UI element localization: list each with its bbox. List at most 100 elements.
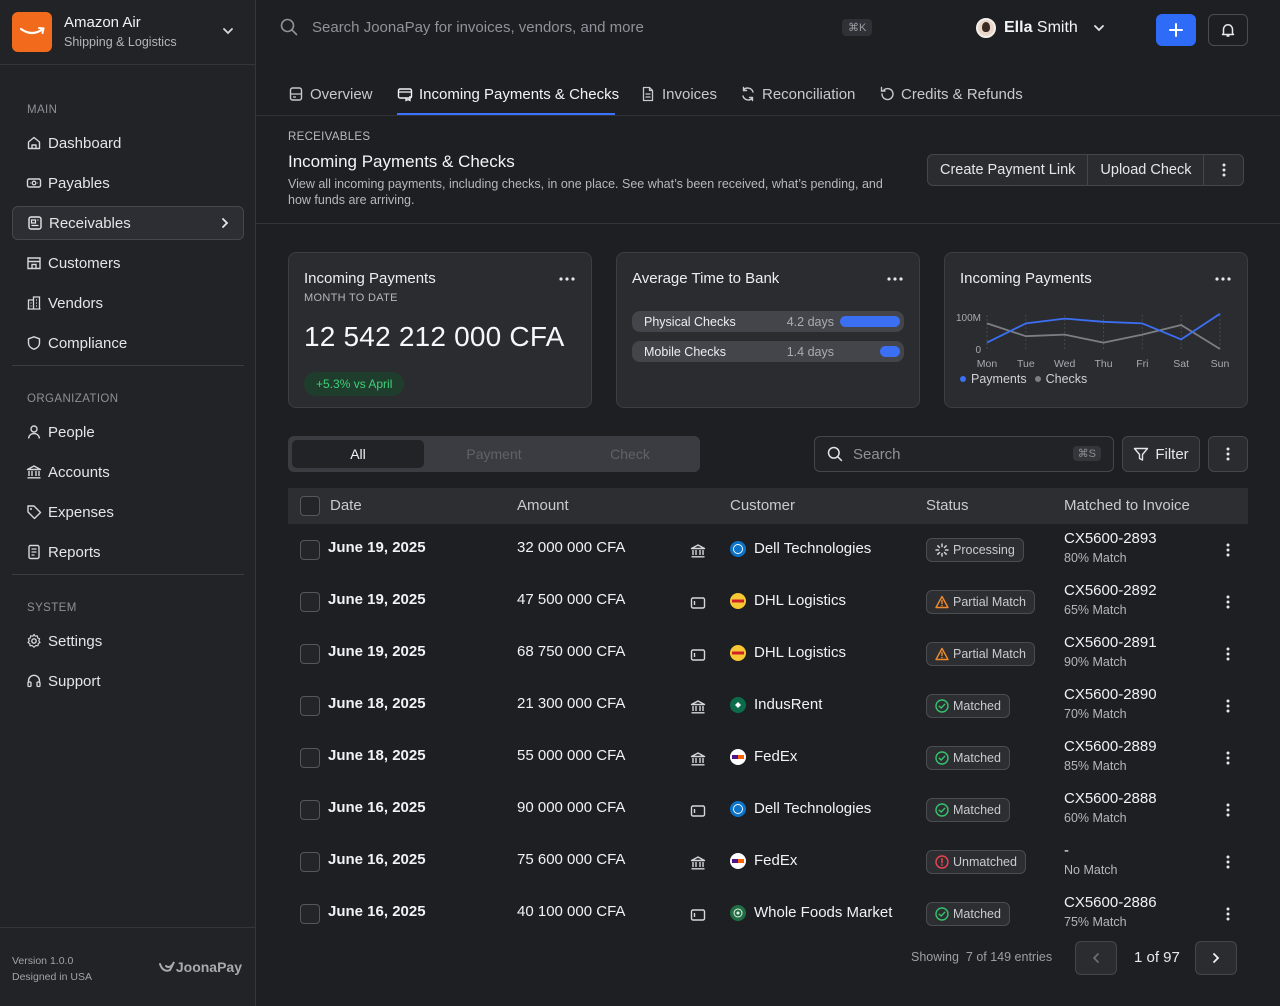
row-customer[interactable]: DHL Logistics <box>730 644 846 661</box>
upload-check-button[interactable]: Upload Check <box>1088 155 1205 185</box>
header-more-button[interactable] <box>1204 155 1243 185</box>
row-customer[interactable]: Dell Technologies <box>730 800 871 817</box>
row-checkbox[interactable] <box>300 540 320 560</box>
sidebar-item-compliance[interactable]: Compliance <box>12 326 244 360</box>
sidebar-item-settings[interactable]: Settings <box>12 624 244 658</box>
sidebar-item-people[interactable]: People <box>12 415 244 449</box>
org-switcher[interactable]: Amazon Air Shipping & Logistics <box>0 0 255 65</box>
more-horizontal-icon[interactable] <box>559 277 575 281</box>
row-checkbox[interactable] <box>300 592 320 612</box>
segment-all[interactable]: All <box>292 440 424 468</box>
joonapay-mark-icon <box>158 961 175 972</box>
matched-invoice[interactable]: CX5600-2890 70% Match <box>1064 685 1157 723</box>
row-checkbox[interactable] <box>300 696 320 716</box>
joonapay-logo: JoonaPay <box>158 959 242 975</box>
next-page-button[interactable] <box>1195 941 1237 975</box>
row-checkbox[interactable] <box>300 852 320 872</box>
user-menu[interactable]: Ella Smith <box>976 18 1106 38</box>
matched-invoice[interactable]: CX5600-2891 90% Match <box>1064 633 1157 671</box>
table-row[interactable]: June 18, 2025 21 300 000 CFA IndusRent M… <box>288 680 1248 732</box>
table-row[interactable]: June 19, 2025 47 500 000 CFA DHL Logisti… <box>288 576 1248 628</box>
row-more-button[interactable] <box>1226 699 1230 713</box>
table-row[interactable]: June 16, 2025 40 100 000 CFA Whole Foods… <box>288 888 1248 940</box>
column-date[interactable]: Date <box>330 497 362 514</box>
table-row[interactable]: June 18, 2025 55 000 000 CFA FedEx Match… <box>288 732 1248 784</box>
showing-label: Showing <box>911 950 959 964</box>
row-customer[interactable]: Whole Foods Market <box>730 904 892 921</box>
sidebar-item-reports[interactable]: Reports <box>12 535 244 569</box>
legend-checks: Checks <box>1045 372 1088 386</box>
table-search-input[interactable]: Search ⌘S <box>814 436 1114 472</box>
tab-incoming-payments[interactable]: Incoming Payments & Checks <box>397 84 619 104</box>
matched-invoice[interactable]: CX5600-2886 75% Match <box>1064 893 1157 931</box>
segment-payment[interactable]: Payment <box>428 440 560 468</box>
sidebar-item-expenses[interactable]: Expenses <box>12 495 244 529</box>
select-all-checkbox[interactable] <box>300 496 320 516</box>
average-time-card: Average Time to Bank Physical Checks 4.2… <box>616 252 920 408</box>
row-customer[interactable]: Dell Technologies <box>730 540 871 557</box>
segment-check[interactable]: Check <box>564 440 696 468</box>
status-badge: Partial Match <box>926 642 1035 666</box>
matched-invoice[interactable]: CX5600-2893 80% Match <box>1064 529 1157 567</box>
table-row[interactable]: June 19, 2025 32 000 000 CFA Dell Techno… <box>288 524 1248 576</box>
tab-credits-refunds[interactable]: Credits & Refunds <box>879 84 1023 104</box>
create-payment-link-button[interactable]: Create Payment Link <box>928 155 1089 185</box>
column-status[interactable]: Status <box>926 497 969 514</box>
card-payment-icon <box>397 86 419 102</box>
row-customer[interactable]: FedEx <box>730 852 797 869</box>
sidebar-item-dashboard[interactable]: Dashboard <box>12 126 244 160</box>
matched-invoice[interactable]: CX5600-2892 65% Match <box>1064 581 1157 619</box>
more-vertical-icon <box>1226 447 1230 461</box>
filter-button[interactable]: Filter <box>1122 436 1200 472</box>
org-subtitle: Shipping & Logistics <box>64 35 177 49</box>
create-button[interactable] <box>1156 14 1196 46</box>
row-more-button[interactable] <box>1226 855 1230 869</box>
row-checkbox[interactable] <box>300 800 320 820</box>
sidebar-item-support[interactable]: Support <box>12 664 244 698</box>
row-more-button[interactable] <box>1226 803 1230 817</box>
row-checkbox[interactable] <box>300 904 320 924</box>
tab-invoices[interactable]: Invoices <box>640 84 717 104</box>
tab-reconciliation[interactable]: Reconciliation <box>740 84 855 104</box>
table-row[interactable]: June 16, 2025 90 000 000 CFA Dell Techno… <box>288 784 1248 836</box>
column-customer[interactable]: Customer <box>730 497 795 514</box>
global-search-input[interactable]: Search JoonaPay for invoices, vendors, a… <box>280 18 644 36</box>
progress-bar <box>840 316 900 327</box>
sidebar-item-accounts[interactable]: Accounts <box>12 455 244 489</box>
row-customer[interactable]: DHL Logistics <box>730 592 846 609</box>
row-customer[interactable]: IndusRent <box>730 696 822 713</box>
row-checkbox[interactable] <box>300 644 320 664</box>
matched-invoice[interactable]: CX5600-2889 85% Match <box>1064 737 1157 775</box>
row-customer[interactable]: FedEx <box>730 748 797 765</box>
prev-page-button[interactable] <box>1075 941 1117 975</box>
notifications-button[interactable] <box>1208 14 1248 46</box>
row-more-button[interactable] <box>1226 907 1230 921</box>
tab-overview[interactable]: Overview <box>288 84 373 104</box>
sidebar-item-receivables[interactable]: Receivables <box>12 206 244 240</box>
check-circle-icon <box>935 699 953 713</box>
more-horizontal-icon[interactable] <box>887 277 903 281</box>
more-vertical-icon <box>1226 751 1230 765</box>
table-more-button[interactable] <box>1208 436 1248 472</box>
sidebar-item-customers[interactable]: Customers <box>12 246 244 280</box>
row-checkbox[interactable] <box>300 748 320 768</box>
status-label: Partial Match <box>953 595 1026 609</box>
matched-invoice[interactable]: CX5600-2888 60% Match <box>1064 789 1157 827</box>
table-row[interactable]: June 19, 2025 68 750 000 CFA DHL Logisti… <box>288 628 1248 680</box>
row-more-button[interactable] <box>1226 543 1230 557</box>
status-label: Partial Match <box>953 647 1026 661</box>
row-more-button[interactable] <box>1226 647 1230 661</box>
more-vertical-icon <box>1222 163 1226 177</box>
sidebar-item-vendors[interactable]: Vendors <box>12 286 244 320</box>
column-matched-invoice[interactable]: Matched to Invoice <box>1064 497 1190 514</box>
fedex-logo-icon <box>730 852 746 869</box>
table-row[interactable]: June 16, 2025 75 600 000 CFA FedEx Unmat… <box>288 836 1248 888</box>
row-more-button[interactable] <box>1226 595 1230 609</box>
row-more-button[interactable] <box>1226 751 1230 765</box>
column-amount[interactable]: Amount <box>517 497 569 514</box>
matched-invoice[interactable]: - No Match <box>1064 841 1118 879</box>
sidebar-item-payables[interactable]: Payables <box>12 166 244 200</box>
y-tick-label: 0 <box>975 345 981 356</box>
payables-icon <box>26 175 42 191</box>
table-header: Date Amount Customer Status Matched to I… <box>288 488 1248 524</box>
